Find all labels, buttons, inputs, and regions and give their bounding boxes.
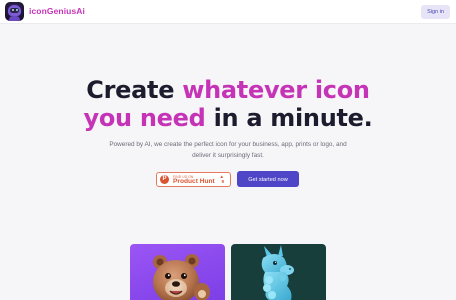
upvote-count: 9	[221, 179, 224, 184]
robot-astronaut-logo-icon[interactable]	[5, 2, 24, 21]
hero-headline: Create whatever icon you need in a minut…	[0, 76, 456, 132]
llama-icon	[261, 245, 294, 300]
product-hunt-logo-icon: P	[160, 175, 169, 184]
get-started-button[interactable]: Get started now	[237, 171, 299, 187]
brand-name[interactable]: iconGeniusAi	[29, 6, 85, 16]
top-navbar: iconGeniusAi Sign in	[0, 0, 456, 24]
headline-accent: whatever icon	[182, 76, 370, 104]
headline-accent: you need	[83, 104, 206, 132]
product-hunt-badge[interactable]: P FIND US ON Product Hunt ▲ 9	[156, 172, 231, 187]
headline-text: in a minute.	[205, 104, 373, 132]
headline-text: Create	[86, 76, 183, 104]
sign-in-button[interactable]: Sign in	[421, 5, 450, 19]
bear-icon	[153, 254, 210, 300]
hero-subtitle: Powered by AI, we create the perfect ico…	[109, 141, 347, 159]
product-hunt-name: Product Hunt	[173, 177, 215, 185]
llama-preview-card	[231, 244, 326, 300]
bear-preview-card	[130, 244, 225, 300]
